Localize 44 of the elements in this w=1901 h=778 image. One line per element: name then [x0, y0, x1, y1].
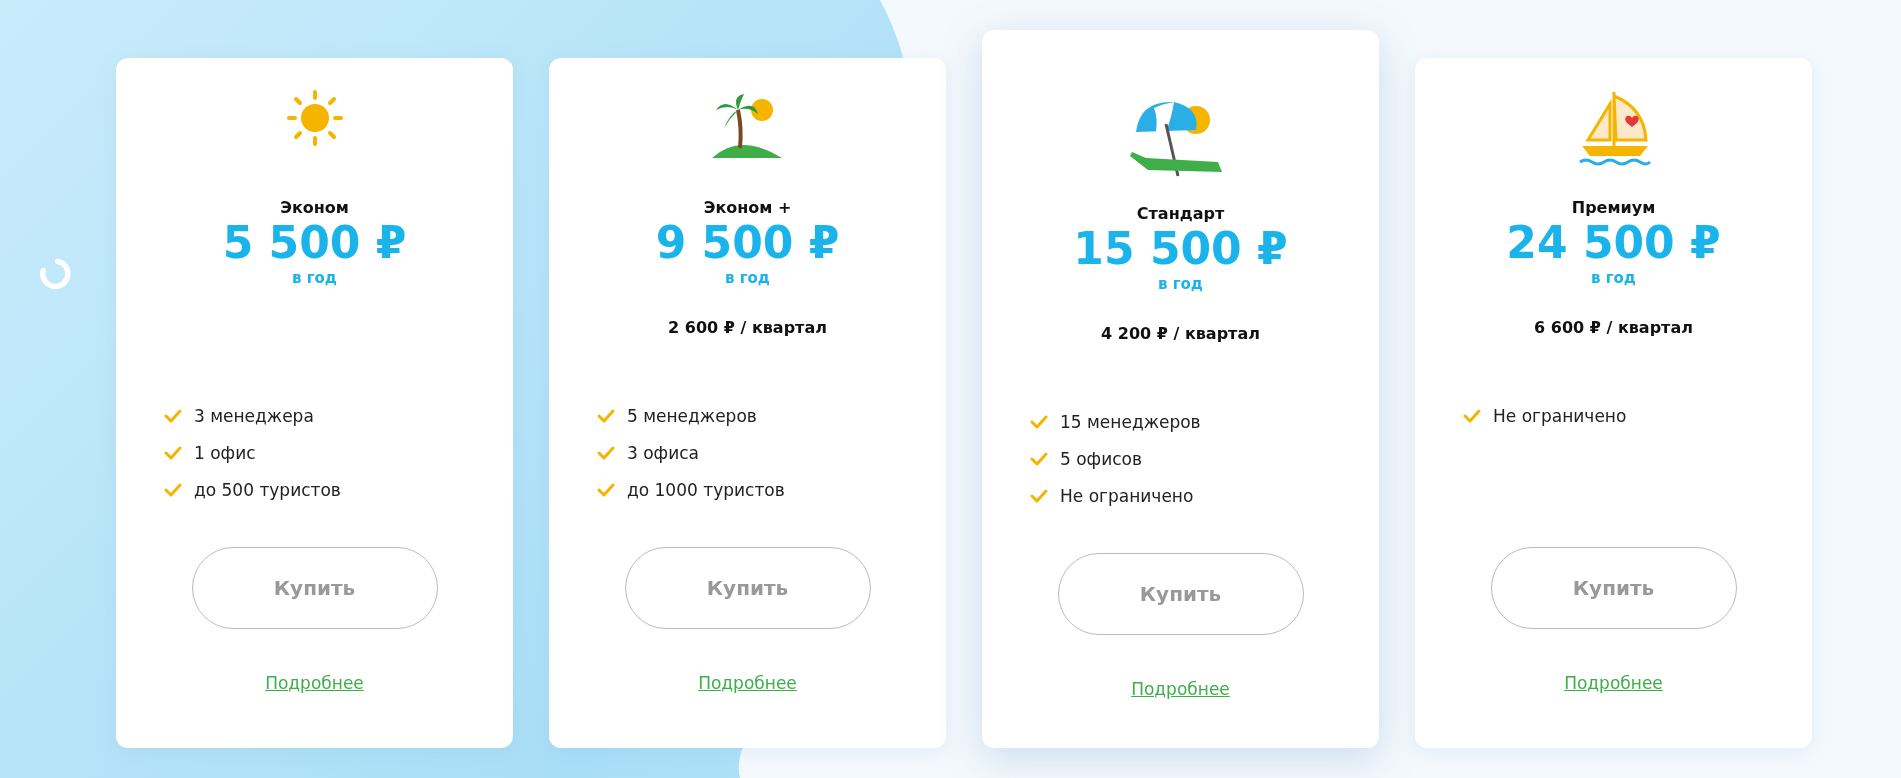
- feature-text: 5 менеджеров: [627, 405, 757, 426]
- buy-button[interactable]: Купить: [1057, 553, 1304, 636]
- feature-text: до 1000 туристов: [627, 479, 785, 500]
- check-icon: [164, 482, 182, 497]
- price-period: в год: [1591, 269, 1636, 288]
- details-link[interactable]: Подробнее: [698, 673, 797, 694]
- feature-text: 5 офисов: [1060, 448, 1142, 469]
- price-period: в год: [725, 269, 770, 288]
- quarterly-price: 6 600 ₽ / квартал: [1534, 317, 1693, 337]
- buy-button[interactable]: Купить: [624, 547, 871, 630]
- check-icon: [1030, 488, 1048, 503]
- check-icon: [597, 408, 615, 423]
- plan-title: Эконом: [280, 198, 349, 217]
- feature-text: 3 офиса: [627, 442, 699, 463]
- sun-icon: [284, 88, 345, 148]
- quarterly-price: 4 200 ₽ / квартал: [1101, 323, 1260, 343]
- feature-text: 15 менеджеров: [1060, 411, 1201, 432]
- feature-text: Не ограничено: [1493, 405, 1627, 426]
- check-icon: [164, 408, 182, 423]
- plan-price: 15 500 ₽: [1073, 225, 1288, 274]
- details-link[interactable]: Подробнее: [265, 673, 364, 694]
- check-icon: [164, 445, 182, 460]
- plan-title: Эконом +: [703, 198, 792, 217]
- check-icon: [597, 445, 615, 460]
- check-icon: [597, 482, 615, 497]
- buy-button[interactable]: Купить: [191, 547, 438, 630]
- plan-price: 5 500 ₽: [222, 219, 407, 268]
- details-link[interactable]: Подробнее: [1131, 679, 1230, 700]
- feature-text: Не ограничено: [1060, 485, 1194, 506]
- feature-text: 3 менеджера: [194, 405, 314, 426]
- plan-price: 24 500 ₽: [1506, 219, 1721, 268]
- feature-text: до 500 туристов: [194, 479, 341, 500]
- plan-price: 9 500 ₽: [655, 219, 840, 268]
- feature-text: 1 офис: [194, 442, 256, 463]
- buy-button[interactable]: Купить: [1490, 547, 1737, 630]
- quarterly-price: 2 600 ₽ / квартал: [668, 317, 827, 337]
- price-period: в год: [1158, 275, 1203, 294]
- price-period: в год: [292, 269, 337, 288]
- check-icon: [1030, 414, 1048, 429]
- check-icon: [1030, 451, 1048, 466]
- check-icon: [1463, 408, 1481, 423]
- plan-title: Стандарт: [1136, 204, 1225, 223]
- plan-title: Премиум: [1571, 198, 1656, 217]
- details-link[interactable]: Подробнее: [1564, 673, 1663, 694]
